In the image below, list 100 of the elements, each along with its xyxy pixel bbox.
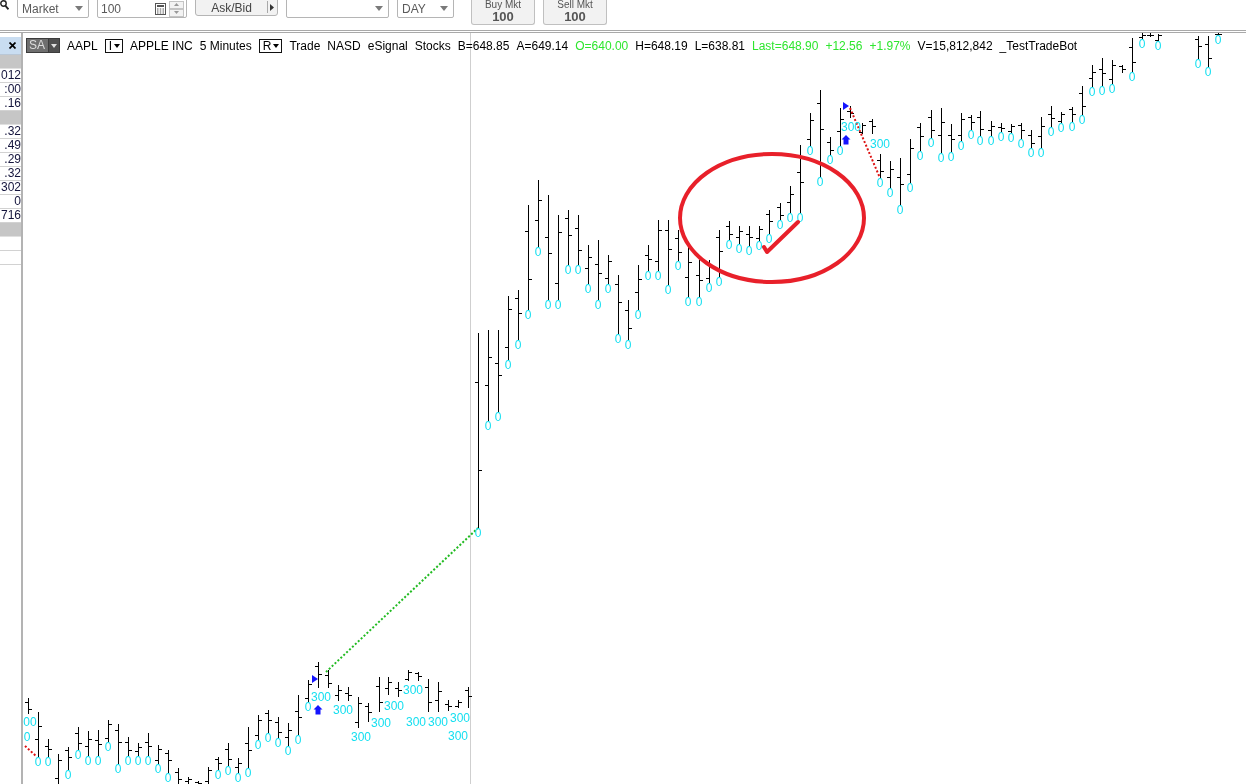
bar-value-label: 0 (1194, 57, 1202, 71)
quote-value: L=638.81 (694, 38, 745, 53)
bar-value-label: 0 (916, 149, 924, 163)
caret-down-icon (375, 6, 383, 11)
caret-down-icon (114, 43, 121, 48)
up-arrow-icon (313, 705, 323, 715)
bar-value-label: 0 (664, 283, 672, 297)
bar-value-label: 0 (1078, 113, 1086, 127)
bar-value-label: 300 (448, 729, 468, 743)
panel-value: 0 (14, 195, 21, 208)
bar-value-label: 0 (906, 181, 914, 195)
spin-down-button[interactable] (169, 8, 184, 17)
quote-value: B=648.85 (457, 38, 510, 53)
bar-value-label: 0 (654, 269, 662, 283)
spin-up-button[interactable] (169, 0, 184, 9)
sell-market-button[interactable]: Sell Mkt 100 (543, 0, 607, 25)
panel-value: .32 (4, 125, 21, 138)
bar-value-label: 0 (725, 238, 733, 252)
bar-value-label: 300 (403, 683, 423, 697)
bar-value-label: 0 (987, 134, 995, 148)
bar-value-label: 0 (927, 136, 935, 150)
bar-value-label: 0 (304, 700, 312, 714)
bar-value-label: 0 (494, 410, 502, 424)
panel-value: :00 (4, 83, 21, 96)
bar-value-label: 0 (74, 748, 82, 762)
caret-down-icon (440, 6, 448, 11)
bar-value-label: 300 (450, 711, 470, 725)
bar-value-label: 0 (574, 263, 582, 277)
dropdown[interactable] (286, 0, 389, 18)
bar-value-label: 0 (624, 338, 632, 352)
bar-value-label: 0 (474, 526, 482, 540)
bar-value-label: 0 (937, 151, 945, 165)
bar-value-label: 0 (64, 768, 72, 782)
bar-value-label: 0 (23, 730, 31, 744)
header-label: NASD (327, 38, 361, 53)
bar-value-label: 0 (816, 175, 824, 189)
bar-value-label: 0 (214, 768, 222, 782)
bar-value-label: 0 (84, 754, 92, 768)
time-in-force-dropdown[interactable]: DAY (397, 0, 454, 18)
close-icon[interactable] (9, 42, 16, 49)
bar-value-label: 0 (154, 762, 162, 776)
bar-value-label: 0 (634, 308, 642, 322)
bar-value-label: 0 (826, 153, 834, 167)
panel-value: .16 (4, 97, 21, 110)
bar-value-label: 0 (967, 128, 975, 142)
bar-value-label: 0 (554, 298, 562, 312)
right-triangle-icon (270, 4, 274, 11)
panel-section-bar (0, 223, 21, 237)
bar-value-label: 0 (484, 419, 492, 433)
symbol-menu-button[interactable]: SA (26, 38, 60, 53)
triangle-marker-icon (843, 102, 849, 110)
menu-button[interactable]: I (104, 38, 124, 53)
header-label: Stocks (414, 38, 451, 53)
bar-value-label: 0 (34, 755, 42, 769)
bar-value-label: 0 (1007, 131, 1015, 145)
order-type-dropdown[interactable]: Market (17, 0, 89, 18)
bar-value-label: 0 (684, 295, 692, 309)
bar-value-label: 0 (244, 766, 252, 780)
bar-value-label: 00 (23, 715, 37, 729)
checkmark-annotation (762, 220, 800, 254)
bar-value-label: 0 (674, 259, 682, 273)
caret-down-icon (51, 43, 57, 48)
ask-bid-button[interactable]: Ask/Bid (195, 0, 278, 16)
header-label: 5 Minutes (199, 38, 252, 53)
bar-value-label: 0 (765, 232, 773, 246)
bar-value-label: 0 (715, 275, 723, 289)
quantity-field[interactable]: 100 (97, 0, 187, 18)
bar-value-label: 0 (786, 211, 794, 225)
menu-button[interactable]: R (258, 38, 283, 53)
bar-value-label: 0 (836, 144, 844, 158)
header-label: Trade (289, 38, 321, 53)
bar-value-label: 0 (1047, 125, 1055, 139)
buy-market-button[interactable]: Buy Mkt 100 (471, 0, 535, 25)
bar-value-label: 0 (644, 269, 652, 283)
header-label: eSignal (367, 38, 408, 53)
bar-value-label: 0 (94, 754, 102, 768)
panel-value: 302 (0, 181, 21, 194)
bar-value-label: 0 (876, 176, 884, 190)
bar-value-label: 0 (745, 244, 753, 258)
bar-value-label: 0 (1138, 37, 1146, 51)
header-label: AAPL (67, 38, 98, 53)
bar-value-label: 0 (104, 740, 112, 754)
bar-value-label: 0 (564, 263, 572, 277)
bar-value-label: 0 (584, 282, 592, 296)
bar-value-label: 0 (1108, 82, 1116, 96)
panel-value: 716 (0, 209, 21, 222)
bar-value-label: 0 (806, 144, 814, 158)
bar-value-label: 0 (755, 239, 763, 253)
bar-value-label: 0 (947, 150, 955, 164)
bar-value-label: 300 (870, 137, 890, 151)
bar-value-label: 0 (976, 134, 984, 148)
bar-value-label: 0 (896, 203, 904, 217)
quote-value: +12.56 (825, 38, 863, 53)
header-label: _TestTradeBot (999, 38, 1078, 53)
panel-value: .49 (4, 139, 21, 152)
bar-value-label: 0 (997, 130, 1005, 144)
quote-value: H=648.19 (635, 38, 688, 53)
bar-value-label: 0 (1204, 65, 1212, 79)
bar-value-label: 0 (705, 281, 713, 295)
search-icon[interactable] (0, 0, 9, 10)
